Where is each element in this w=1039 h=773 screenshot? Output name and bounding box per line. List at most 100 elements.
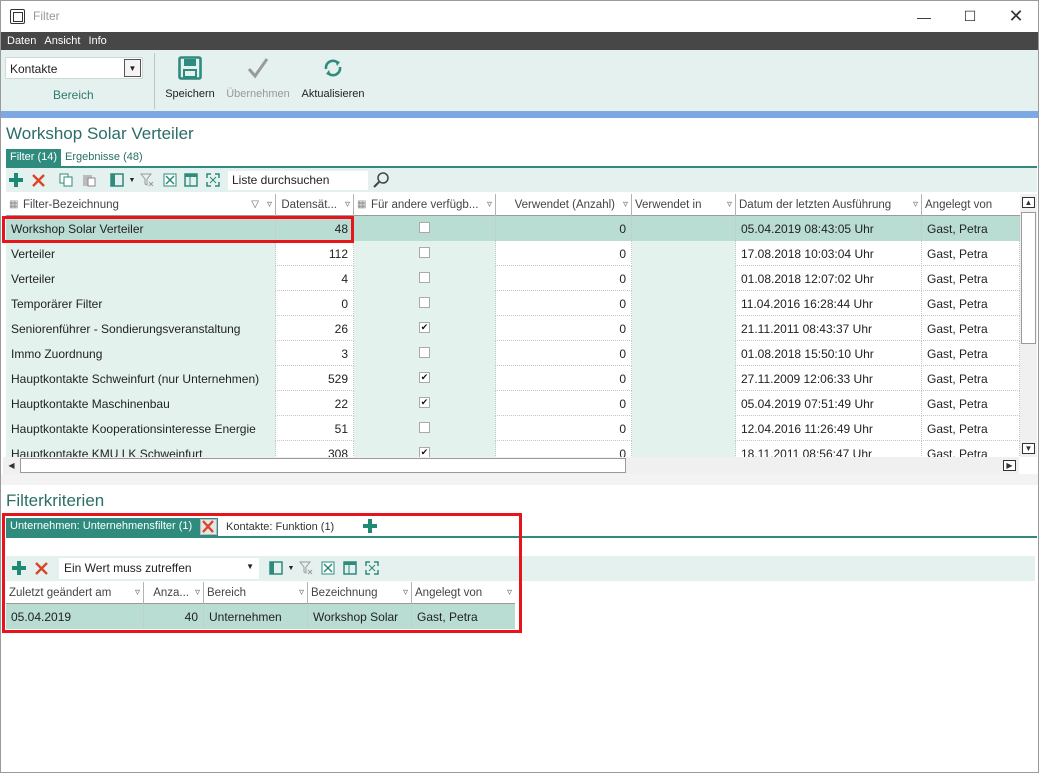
grid-header: ▦ Filter-Bezeichnung ▽ ▿ Datensät... ▿ ▦ F… bbox=[6, 194, 1020, 216]
cell-name: Verteiler bbox=[6, 241, 276, 266]
title-bar: Filter — ☐ ✕ bbox=[1, 1, 1038, 32]
cell-count: 26 bbox=[276, 316, 354, 341]
shared-checkbox[interactable]: ✔ bbox=[419, 372, 430, 383]
col-header-shared[interactable]: ▦ Für andere verfügb... ▿ bbox=[354, 194, 496, 216]
menu-info[interactable]: Info bbox=[88, 35, 106, 47]
refresh-button[interactable]: Aktualisieren bbox=[298, 54, 368, 108]
col-header-filter-name[interactable]: ▦ Filter-Bezeichnung ▽ ▿ bbox=[6, 194, 276, 216]
maximize-button[interactable]: ☐ bbox=[947, 1, 993, 32]
refresh-button-label: Aktualisieren bbox=[301, 88, 365, 100]
export-excel-icon[interactable] bbox=[162, 172, 178, 188]
area-group-label: Bereich bbox=[53, 88, 94, 102]
filter-icon[interactable]: ▿ bbox=[913, 199, 918, 210]
layout-icon[interactable] bbox=[183, 172, 199, 188]
shared-checkbox[interactable] bbox=[419, 272, 430, 283]
shared-checkbox[interactable] bbox=[419, 422, 430, 433]
filter-icon[interactable]: ▿ bbox=[727, 199, 732, 210]
panel-splitter[interactable] bbox=[1, 474, 1038, 485]
cell-shared bbox=[354, 341, 496, 366]
cell-name: Immo Zuordnung bbox=[6, 341, 276, 366]
cell-by: Gast, Petra bbox=[922, 241, 1020, 266]
cell-used: 0 bbox=[496, 441, 632, 457]
close-button[interactable]: ✕ bbox=[993, 1, 1039, 32]
scroll-down-icon[interactable]: ▼ bbox=[1020, 440, 1037, 457]
cell-count: 22 bbox=[276, 391, 354, 416]
area-combobox[interactable]: Kontakte ▼ bbox=[5, 57, 143, 79]
vertical-scrollbar[interactable]: ▲ ▼ bbox=[1020, 194, 1037, 457]
apply-button[interactable]: Übernehmen bbox=[223, 54, 293, 108]
table-row[interactable]: Hauptkontakte Kooperationsinteresse Ener… bbox=[6, 416, 1020, 441]
col-header-used-in[interactable]: Verwendet in ▿ bbox=[632, 194, 736, 216]
delete-icon[interactable] bbox=[30, 172, 46, 188]
col-header-count[interactable]: Datensät... ▿ bbox=[276, 194, 354, 216]
cell-count: 529 bbox=[276, 366, 354, 391]
filter-icon[interactable]: ▿ bbox=[345, 199, 350, 210]
columns-icon[interactable] bbox=[109, 172, 125, 188]
filter-icon[interactable]: ▿ bbox=[267, 199, 272, 210]
col-header-used-count[interactable]: Verwendet (Anzahl) ▿ bbox=[496, 194, 632, 216]
shared-checkbox[interactable] bbox=[419, 347, 430, 358]
columns-dropdown-icon[interactable]: ▼ bbox=[124, 172, 140, 188]
cell-used: 0 bbox=[496, 366, 632, 391]
menu-ansicht[interactable]: Ansicht bbox=[44, 35, 80, 47]
highlight-criteria-box bbox=[2, 513, 522, 633]
cell-by: Gast, Petra bbox=[922, 291, 1020, 316]
cell-count: 51 bbox=[276, 416, 354, 441]
hscrollbar-thumb[interactable] bbox=[20, 458, 626, 473]
table-row[interactable]: Hauptkontakte KMU LK Schweinfurt 308 ✔ 0 18.… bbox=[6, 441, 1020, 457]
scroll-up-icon[interactable]: ▲ bbox=[1020, 194, 1037, 211]
expand-icon[interactable] bbox=[205, 172, 221, 188]
col-header-last-run[interactable]: Datum der letzten Ausführung ▿ bbox=[736, 194, 922, 216]
cell-by: Gast, Petra bbox=[922, 266, 1020, 291]
filter-icon[interactable]: ▿ bbox=[487, 199, 492, 210]
scrollbar-thumb[interactable] bbox=[1021, 212, 1036, 344]
cell-name: Temporärer Filter bbox=[6, 291, 276, 316]
table-row[interactable]: Seniorenführer - Sondierungsveranstaltun… bbox=[6, 316, 1020, 341]
copy-icon[interactable] bbox=[58, 172, 74, 188]
criteria-title: Filterkriterien bbox=[6, 491, 105, 510]
shared-checkbox[interactable]: ✔ bbox=[419, 447, 430, 457]
shared-checkbox[interactable] bbox=[419, 297, 430, 308]
shared-checkbox[interactable] bbox=[419, 247, 430, 258]
filter-icon[interactable]: ▿ bbox=[623, 199, 628, 210]
shared-checkbox[interactable] bbox=[419, 222, 430, 233]
tab-filter[interactable]: Filter (14) bbox=[6, 149, 62, 166]
list-search-input[interactable]: Liste durchsuchen bbox=[228, 171, 368, 190]
cell-count: 4 bbox=[276, 266, 354, 291]
cell-used-in bbox=[632, 391, 736, 416]
minimize-button[interactable]: — bbox=[901, 1, 947, 32]
table-row[interactable]: Hauptkontakte Maschinenbau 22 ✔ 0 05.04.2019… bbox=[6, 391, 1020, 416]
cell-count: 3 bbox=[276, 341, 354, 366]
chevron-down-icon[interactable]: ▼ bbox=[124, 59, 141, 77]
column-chooser-icon: ▦ bbox=[9, 199, 19, 210]
cell-shared: ✔ bbox=[354, 441, 496, 457]
table-row[interactable]: Hauptkontakte Schweinfurt (nur Unternehm… bbox=[6, 366, 1020, 391]
horizontal-scrollbar[interactable]: ◀ ▶ bbox=[3, 457, 1019, 474]
table-row[interactable]: Immo Zuordnung 3 0 01.08.2018 15:50:10 Uhr G… bbox=[6, 341, 1020, 366]
col-header-created-by[interactable]: Angelegt von bbox=[922, 194, 1020, 216]
cell-by: Gast, Petra bbox=[922, 366, 1020, 391]
search-icon[interactable] bbox=[371, 172, 391, 188]
cell-by: Gast, Petra bbox=[922, 416, 1020, 441]
filter-toolbar: ▼ Liste durchsuchen bbox=[6, 168, 1037, 192]
scroll-left-icon[interactable]: ◀ bbox=[3, 457, 20, 474]
tab-results[interactable]: Ergebnisse (48) bbox=[61, 149, 147, 166]
cell-count: 0 bbox=[276, 291, 354, 316]
scroll-right-icon[interactable]: ▶ bbox=[1001, 457, 1018, 474]
table-row[interactable]: Temporärer Filter 0 0 11.04.2016 16:28:44 U… bbox=[6, 291, 1020, 316]
paste-icon[interactable] bbox=[81, 172, 97, 188]
shared-checkbox[interactable]: ✔ bbox=[419, 322, 430, 333]
cell-used-in bbox=[632, 416, 736, 441]
add-icon[interactable] bbox=[8, 172, 24, 188]
cell-name: Seniorenführer - Sondierungsveranstaltun… bbox=[6, 316, 276, 341]
table-row[interactable]: Verteiler 112 0 17.08.2018 10:03:04 Uhr Gast… bbox=[6, 241, 1020, 266]
save-button[interactable]: Speichern bbox=[163, 54, 217, 108]
cell-shared: ✔ bbox=[354, 391, 496, 416]
table-row[interactable]: Verteiler 4 0 01.08.2018 12:07:02 Uhr Gast, … bbox=[6, 266, 1020, 291]
clear-filter-icon[interactable] bbox=[139, 172, 155, 188]
shared-checkbox[interactable]: ✔ bbox=[419, 397, 430, 408]
area-combobox-value: Kontakte bbox=[10, 62, 58, 76]
cell-used: 0 bbox=[496, 416, 632, 441]
cell-count: 308 bbox=[276, 441, 354, 457]
menu-daten[interactable]: Daten bbox=[7, 35, 36, 47]
